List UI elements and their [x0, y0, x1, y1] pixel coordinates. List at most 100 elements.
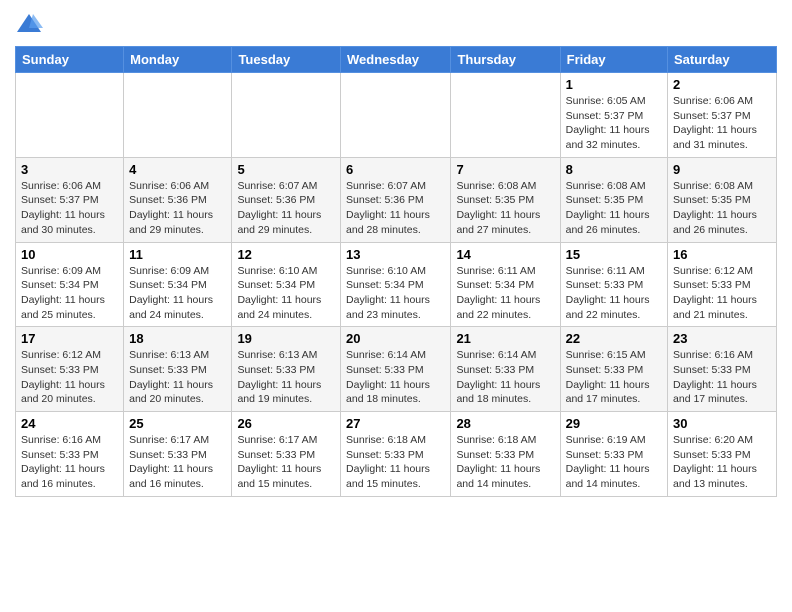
day-cell: 30 Sunrise: 6:20 AM Sunset: 5:33 PM Dayli…: [668, 412, 777, 497]
day-info: Sunrise: 6:15 AM Sunset: 5:33 PM Dayligh…: [566, 348, 662, 407]
day-number: 21: [456, 331, 554, 346]
weekday-thursday: Thursday: [451, 47, 560, 73]
day-number: 2: [673, 77, 771, 92]
day-info: Sunrise: 6:18 AM Sunset: 5:33 PM Dayligh…: [346, 433, 445, 492]
day-info: Sunrise: 6:12 AM Sunset: 5:33 PM Dayligh…: [673, 264, 771, 323]
day-cell: [16, 73, 124, 158]
weekday-wednesday: Wednesday: [341, 47, 451, 73]
day-cell: 26 Sunrise: 6:17 AM Sunset: 5:33 PM Dayli…: [232, 412, 341, 497]
day-cell: 23 Sunrise: 6:16 AM Sunset: 5:33 PM Dayli…: [668, 327, 777, 412]
day-cell: 22 Sunrise: 6:15 AM Sunset: 5:33 PM Dayli…: [560, 327, 667, 412]
logo: [15, 10, 46, 38]
day-info: Sunrise: 6:08 AM Sunset: 5:35 PM Dayligh…: [456, 179, 554, 238]
day-info: Sunrise: 6:11 AM Sunset: 5:34 PM Dayligh…: [456, 264, 554, 323]
day-cell: 13 Sunrise: 6:10 AM Sunset: 5:34 PM Dayli…: [341, 242, 451, 327]
day-number: 16: [673, 247, 771, 262]
day-number: 24: [21, 416, 118, 431]
day-cell: 29Sunrise: 6:19 AM Sunset: 5:33 PM Dayli…: [560, 412, 667, 497]
day-cell: 25Sunrise: 6:17 AM Sunset: 5:33 PM Dayli…: [124, 412, 232, 497]
day-info: Sunrise: 6:16 AM Sunset: 5:33 PM Dayligh…: [673, 348, 771, 407]
day-cell: 15Sunrise: 6:11 AM Sunset: 5:33 PM Dayli…: [560, 242, 667, 327]
day-number: 7: [456, 162, 554, 177]
header: [15, 10, 777, 38]
week-row-0: 1 Sunrise: 6:05 AM Sunset: 5:37 PM Daylig…: [16, 73, 777, 158]
day-info: Sunrise: 6:09 AM Sunset: 5:34 PM Dayligh…: [21, 264, 118, 323]
day-info: Sunrise: 6:13 AM Sunset: 5:33 PM Dayligh…: [129, 348, 226, 407]
day-number: 9: [673, 162, 771, 177]
day-number: 20: [346, 331, 445, 346]
day-info: Sunrise: 6:06 AM Sunset: 5:36 PM Dayligh…: [129, 179, 226, 238]
weekday-sunday: Sunday: [16, 47, 124, 73]
day-info: Sunrise: 6:08 AM Sunset: 5:35 PM Dayligh…: [566, 179, 662, 238]
day-cell: 4 Sunrise: 6:06 AM Sunset: 5:36 PM Daylig…: [124, 157, 232, 242]
day-info: Sunrise: 6:08 AM Sunset: 5:35 PM Dayligh…: [673, 179, 771, 238]
day-cell: 10Sunrise: 6:09 AM Sunset: 5:34 PM Dayli…: [16, 242, 124, 327]
day-info: Sunrise: 6:13 AM Sunset: 5:33 PM Dayligh…: [237, 348, 335, 407]
weekday-saturday: Saturday: [668, 47, 777, 73]
day-cell: 20Sunrise: 6:14 AM Sunset: 5:33 PM Dayli…: [341, 327, 451, 412]
weekday-monday: Monday: [124, 47, 232, 73]
day-number: 22: [566, 331, 662, 346]
day-cell: 9 Sunrise: 6:08 AM Sunset: 5:35 PM Daylig…: [668, 157, 777, 242]
day-number: 29: [566, 416, 662, 431]
day-cell: [341, 73, 451, 158]
day-cell: [124, 73, 232, 158]
day-number: 28: [456, 416, 554, 431]
weekday-friday: Friday: [560, 47, 667, 73]
weekday-header-row: SundayMondayTuesdayWednesdayThursdayFrid…: [16, 47, 777, 73]
day-number: 3: [21, 162, 118, 177]
day-info: Sunrise: 6:10 AM Sunset: 5:34 PM Dayligh…: [346, 264, 445, 323]
day-info: Sunrise: 6:10 AM Sunset: 5:34 PM Dayligh…: [237, 264, 335, 323]
day-info: Sunrise: 6:07 AM Sunset: 5:36 PM Dayligh…: [346, 179, 445, 238]
weekday-tuesday: Tuesday: [232, 47, 341, 73]
day-number: 14: [456, 247, 554, 262]
day-cell: 14 Sunrise: 6:11 AM Sunset: 5:34 PM Dayli…: [451, 242, 560, 327]
week-row-1: 3 Sunrise: 6:06 AM Sunset: 5:37 PM Daylig…: [16, 157, 777, 242]
day-cell: 16 Sunrise: 6:12 AM Sunset: 5:33 PM Dayli…: [668, 242, 777, 327]
day-info: Sunrise: 6:20 AM Sunset: 5:33 PM Dayligh…: [673, 433, 771, 492]
week-row-4: 24 Sunrise: 6:16 AM Sunset: 5:33 PM Dayli…: [16, 412, 777, 497]
day-info: Sunrise: 6:17 AM Sunset: 5:33 PM Dayligh…: [237, 433, 335, 492]
day-info: Sunrise: 6:05 AM Sunset: 5:37 PM Dayligh…: [566, 94, 662, 153]
day-info: Sunrise: 6:14 AM Sunset: 5:33 PM Dayligh…: [456, 348, 554, 407]
day-cell: 3 Sunrise: 6:06 AM Sunset: 5:37 PM Daylig…: [16, 157, 124, 242]
day-number: 4: [129, 162, 226, 177]
day-cell: 1 Sunrise: 6:05 AM Sunset: 5:37 PM Daylig…: [560, 73, 667, 158]
day-number: 19: [237, 331, 335, 346]
page: SundayMondayTuesdayWednesdayThursdayFrid…: [0, 0, 792, 512]
day-number: 26: [237, 416, 335, 431]
week-row-3: 17 Sunrise: 6:12 AM Sunset: 5:33 PM Dayli…: [16, 327, 777, 412]
day-number: 6: [346, 162, 445, 177]
day-info: Sunrise: 6:18 AM Sunset: 5:33 PM Dayligh…: [456, 433, 554, 492]
day-number: 11: [129, 247, 226, 262]
day-number: 13: [346, 247, 445, 262]
day-info: Sunrise: 6:07 AM Sunset: 5:36 PM Dayligh…: [237, 179, 335, 238]
day-cell: [451, 73, 560, 158]
day-number: 17: [21, 331, 118, 346]
day-cell: 21 Sunrise: 6:14 AM Sunset: 5:33 PM Dayli…: [451, 327, 560, 412]
day-cell: 6 Sunrise: 6:07 AM Sunset: 5:36 PM Daylig…: [341, 157, 451, 242]
day-number: 18: [129, 331, 226, 346]
day-number: 25: [129, 416, 226, 431]
week-row-2: 10Sunrise: 6:09 AM Sunset: 5:34 PM Dayli…: [16, 242, 777, 327]
day-number: 1: [566, 77, 662, 92]
day-info: Sunrise: 6:06 AM Sunset: 5:37 PM Dayligh…: [21, 179, 118, 238]
day-info: Sunrise: 6:11 AM Sunset: 5:33 PM Dayligh…: [566, 264, 662, 323]
day-cell: 18 Sunrise: 6:13 AM Sunset: 5:33 PM Dayli…: [124, 327, 232, 412]
day-cell: 5Sunrise: 6:07 AM Sunset: 5:36 PM Daylig…: [232, 157, 341, 242]
day-number: 30: [673, 416, 771, 431]
day-info: Sunrise: 6:16 AM Sunset: 5:33 PM Dayligh…: [21, 433, 118, 492]
calendar-table: SundayMondayTuesdayWednesdayThursdayFrid…: [15, 46, 777, 497]
day-info: Sunrise: 6:12 AM Sunset: 5:33 PM Dayligh…: [21, 348, 118, 407]
day-cell: 2Sunrise: 6:06 AM Sunset: 5:37 PM Daylig…: [668, 73, 777, 158]
day-cell: [232, 73, 341, 158]
day-cell: 12Sunrise: 6:10 AM Sunset: 5:34 PM Dayli…: [232, 242, 341, 327]
day-number: 23: [673, 331, 771, 346]
day-cell: 7 Sunrise: 6:08 AM Sunset: 5:35 PM Daylig…: [451, 157, 560, 242]
day-cell: 19 Sunrise: 6:13 AM Sunset: 5:33 PM Dayli…: [232, 327, 341, 412]
day-cell: 28 Sunrise: 6:18 AM Sunset: 5:33 PM Dayli…: [451, 412, 560, 497]
day-cell: 27Sunrise: 6:18 AM Sunset: 5:33 PM Dayli…: [341, 412, 451, 497]
day-info: Sunrise: 6:09 AM Sunset: 5:34 PM Dayligh…: [129, 264, 226, 323]
day-cell: 17 Sunrise: 6:12 AM Sunset: 5:33 PM Dayli…: [16, 327, 124, 412]
day-cell: 11 Sunrise: 6:09 AM Sunset: 5:34 PM Dayli…: [124, 242, 232, 327]
